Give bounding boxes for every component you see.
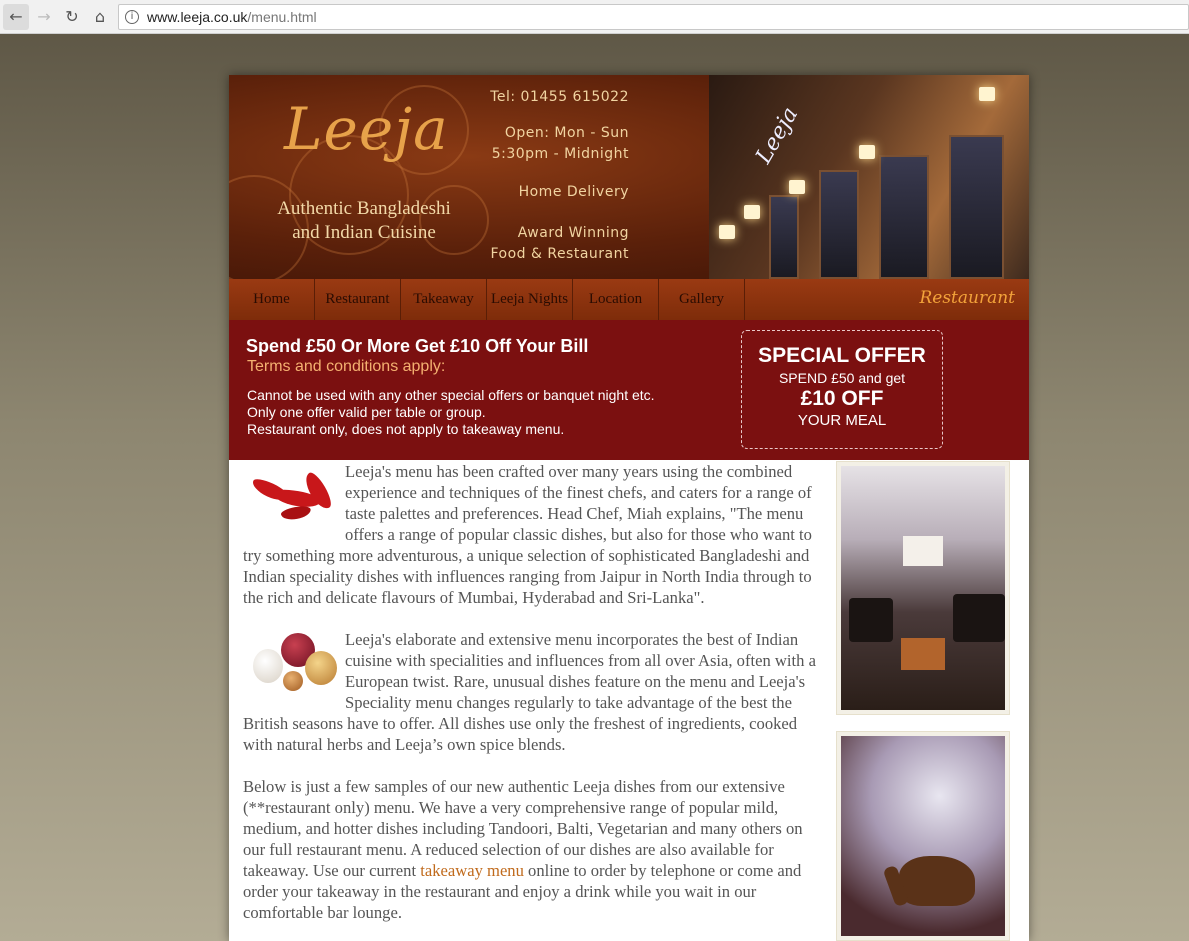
offer-condition: Restaurant only, does not apply to takea… [247,421,565,437]
doorway [903,536,943,566]
nav-leeja-nights[interactable]: Leeja Nights [487,279,573,320]
restaurant-facade-photo: Leeja [709,75,1029,279]
shallot [283,671,303,691]
offer-condition: Cannot be used with any other special of… [247,387,655,403]
menu-paragraph: Leeja's elaborate and extensive menu inc… [243,629,819,755]
offer-terms: Terms and conditions apply: [247,358,446,375]
elephant-photo [836,731,1010,941]
opening-times: 5:30pm - Midnight [491,146,629,162]
sofa [849,598,893,642]
address-bar[interactable]: i www.leeja.co.uk/menu.html [118,4,1189,30]
lamp [789,180,805,194]
onions-garlic-image [243,629,343,699]
intro-paragraph: Leeja's menu has been crafted over many … [243,461,819,608]
offer-conditions: Cannot be used with any other special of… [247,387,655,438]
elephant-photo-image [841,736,1005,936]
special-offer-banner: Spend £50 Or More Get £10 Off Your Bill … [229,320,1029,460]
offer-box-line2: SPEND £50 and get [778,370,906,386]
section-label: Restaurant [919,288,1015,308]
lounge-photo-image [841,466,1005,710]
offer-headline: Spend £50 Or More Get £10 Off Your Bill [246,336,589,356]
home-delivery: Home Delivery [518,184,629,200]
offer-box-line3: £10 OFF [800,387,884,410]
telephone: Tel: 01455 615022 [490,89,629,105]
garlic [253,649,283,683]
tagline-line-1: Authentic Bangladeshi [277,198,451,219]
nav-gallery[interactable]: Gallery [659,279,745,320]
browser-toolbar: ← → ↻ ⌂ i www.leeja.co.uk/menu.html [0,0,1189,34]
pepper [280,504,312,522]
offer-condition: Only one offer valid per table or group. [247,404,486,420]
nav-location[interactable]: Location [573,279,659,320]
table [901,638,945,670]
url-host: www.leeja.co.uk [147,9,248,25]
award-line-1: Award Winning [517,225,629,241]
lamp [979,87,995,101]
site-header: Leeja Authentic Bangladeshi and Indian C… [229,75,1029,279]
forward-arrow-icon[interactable]: → [31,4,57,30]
samples-paragraph: Below is just a few samples of our new a… [243,776,819,923]
chili-peppers-image [243,461,343,531]
yellow-onion [305,651,337,685]
lamp [859,145,875,159]
tagline: Authentic Bangladeshi and Indian Cuisine [259,197,469,245]
offer-box: SPECIAL OFFER SPEND £50 and get £10 OFF … [741,330,943,449]
nav-takeaway[interactable]: Takeaway [401,279,487,320]
back-arrow-icon[interactable]: ← [3,3,29,30]
info-icon[interactable]: i [125,10,139,24]
takeaway-menu-link[interactable]: takeaway menu [420,861,524,880]
window [879,155,929,279]
window [769,195,799,279]
offer-box-title: SPECIAL OFFER [758,344,926,367]
window [949,135,1004,279]
site-logo[interactable]: Leeja [284,95,449,163]
nav-restaurant[interactable]: Restaurant [315,279,401,320]
offer-box-line4: YOUR MEAL [797,412,887,429]
reload-icon[interactable]: ↻ [59,4,85,30]
facade-sign: Leeja [751,103,804,168]
elephant-figurine [899,856,975,906]
url-path: /menu.html [247,9,317,25]
tagline-line-2: and Indian Cuisine [292,222,436,243]
main-nav: Home Restaurant Takeaway Leeja Nights Lo… [229,279,1029,320]
opening-hours: Open: Mon - Sun 5:30pm - Midnight [492,123,629,165]
sofa [953,594,1005,642]
opening-days: Open: Mon - Sun [504,125,629,141]
window [819,170,859,279]
lounge-photo [836,461,1010,715]
lamp [744,205,760,219]
lamp [719,225,735,239]
home-icon[interactable]: ⌂ [87,4,113,30]
main-content: Leeja's menu has been crafted over many … [243,461,819,941]
site-container: Leeja Authentic Bangladeshi and Indian C… [229,75,1029,941]
award-info: Award Winning Food & Restaurant [490,223,629,265]
nav-home[interactable]: Home [229,279,315,320]
award-line-2: Food & Restaurant [490,246,629,262]
